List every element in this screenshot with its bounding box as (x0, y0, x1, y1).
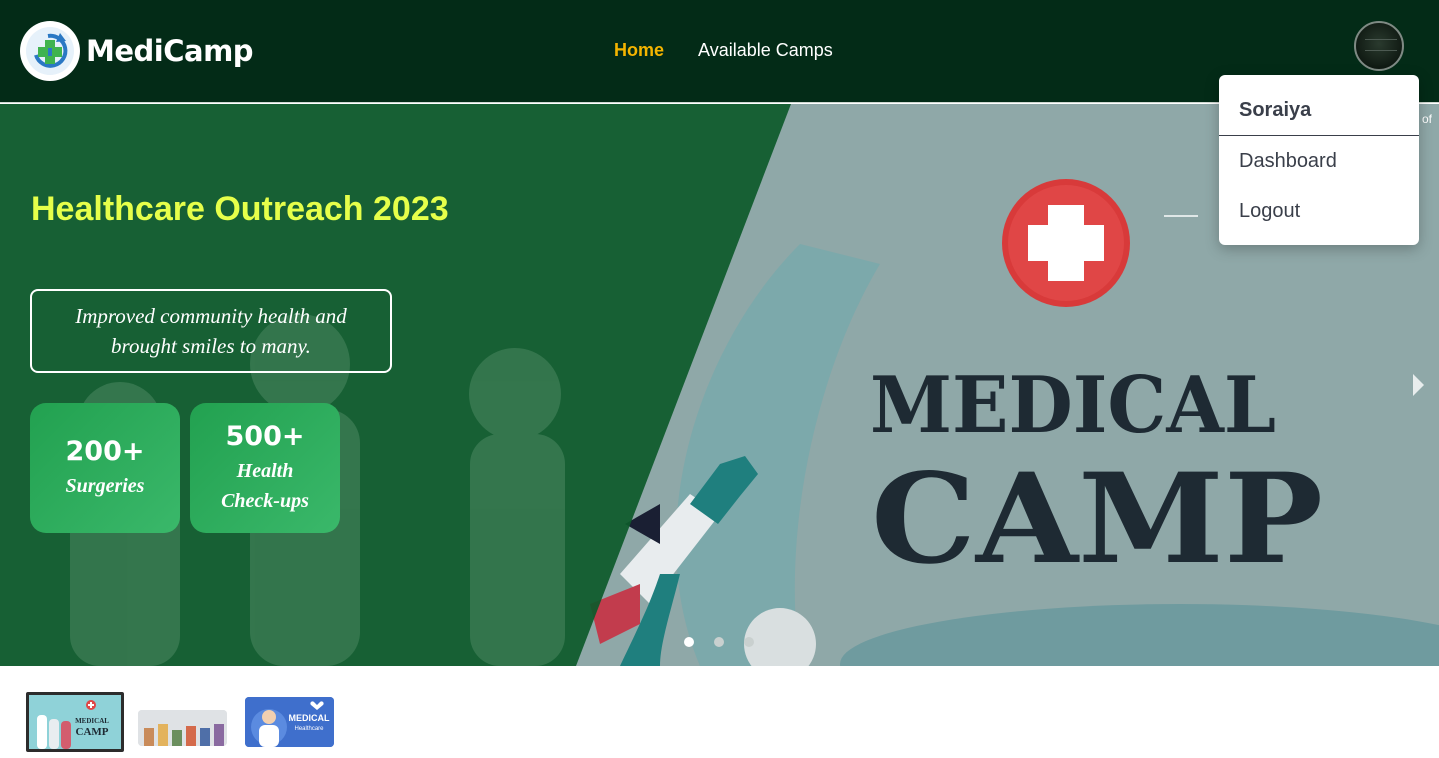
carousel-dot-3[interactable] (744, 637, 754, 647)
thumbnail-medical-healthcare[interactable]: MEDICAL Healthcare (245, 697, 334, 747)
stat-value: 200+ (65, 435, 145, 467)
stat-label: Health Check-ups (221, 459, 309, 512)
user-dropdown-menu: Soraiya Dashboard Logout (1219, 75, 1419, 245)
stat-label: Surgeries (65, 474, 145, 497)
stat-value: 500+ (225, 420, 305, 452)
thumbnail-community-camp[interactable] (138, 710, 227, 746)
user-avatar[interactable] (1354, 21, 1404, 71)
hero-quote: Improved community health and brought sm… (75, 304, 347, 358)
svg-text:MEDICAL: MEDICAL (75, 717, 109, 725)
nav-link-available-camps[interactable]: Available Camps (698, 40, 833, 61)
brand-name: MediCamp (86, 34, 254, 68)
dropdown-user-name: Soraiya (1239, 99, 1312, 121)
brand[interactable]: MediCamp (20, 21, 254, 81)
next-slide-arrow-icon[interactable] (1413, 374, 1424, 396)
svg-text:CAMP: CAMP (76, 726, 109, 738)
svg-text:Healthcare: Healthcare (294, 726, 324, 732)
svg-text:MEDICAL: MEDICAL (289, 713, 330, 723)
carousel-dot-1[interactable] (684, 637, 694, 647)
stat-card-health-checkups: 500+ Health Check-ups (190, 403, 340, 533)
avatar-image (1365, 39, 1397, 51)
dropdown-item-dashboard[interactable]: Dashboard (1239, 150, 1337, 173)
stat-card-surgeries: 200+ Surgeries (30, 403, 180, 533)
thumbnail-image (138, 710, 227, 746)
medicamp-logo-icon (20, 21, 80, 81)
dropdown-divider (1219, 135, 1419, 136)
thumbnail-image: MEDICAL CAMP (29, 695, 121, 749)
carousel-dots (684, 637, 754, 647)
thumbnail-image: MEDICAL Healthcare (245, 697, 334, 747)
nav-link-home[interactable]: Home (614, 40, 664, 61)
carousel-dot-2[interactable] (714, 637, 724, 647)
carousel-thumbnails: MEDICAL CAMP MEDICAL Healthcare (0, 666, 1439, 758)
dropdown-item-logout[interactable]: Logout (1239, 200, 1300, 223)
hero-title: Healthcare Outreach 2023 (31, 190, 449, 228)
main-nav: Home Available Camps (614, 40, 833, 61)
thumbnail-medical-camp[interactable]: MEDICAL CAMP (26, 692, 124, 752)
hero-quote-box: Improved community health and brought sm… (30, 289, 392, 373)
